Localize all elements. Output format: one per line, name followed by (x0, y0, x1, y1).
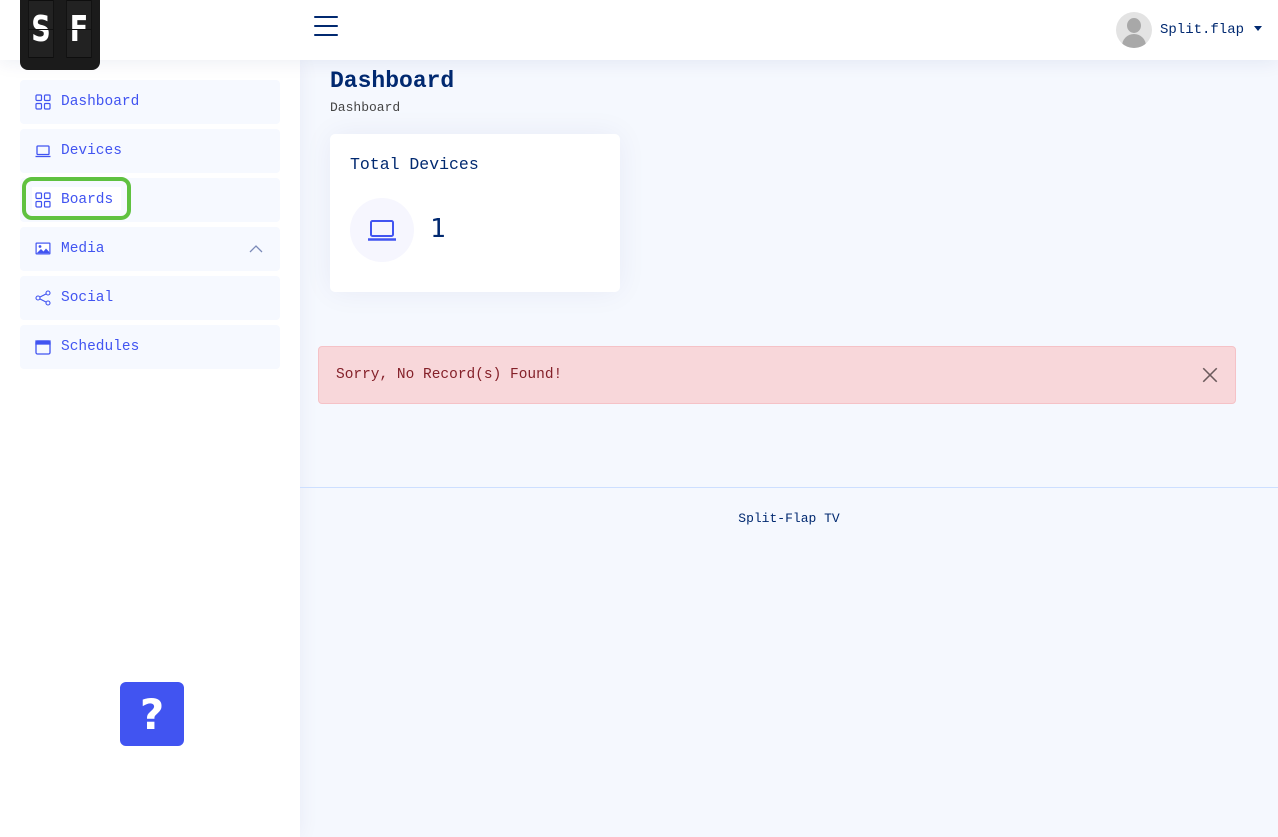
grid-icon (35, 94, 51, 110)
sidebar-item-label: Boards (61, 192, 114, 208)
calendar-icon (35, 339, 51, 355)
alert-message: Sorry, No Record(s) Found! (336, 367, 563, 383)
logo-flap-f: F (66, 0, 92, 58)
page-title: Dashboard (330, 68, 455, 94)
no-records-alert: Sorry, No Record(s) Found! (318, 346, 1236, 404)
profile-dropdown[interactable]: Split.flap (1115, 12, 1262, 48)
chevron-up-icon[interactable] (248, 241, 264, 257)
sidebar-item-label: Social (61, 290, 114, 306)
caret-down-icon (1254, 25, 1262, 31)
grid-icon (35, 192, 51, 208)
sidebar-item-schedules[interactable]: Schedules (20, 325, 280, 369)
breadcrumb[interactable]: Dashboard (330, 100, 400, 115)
user-avatar-icon (1115, 12, 1152, 48)
sidebar-item-devices[interactable]: Devices (20, 129, 280, 173)
hamburger-icon[interactable] (314, 16, 338, 36)
sidebar-item-media[interactable]: Media (20, 227, 280, 271)
logo-flap-s: S (28, 0, 54, 58)
laptop-icon (350, 198, 414, 262)
footer-divider (300, 487, 1278, 488)
card-title: Total Devices (350, 155, 479, 174)
sidebar-item-label: Media (61, 241, 105, 257)
footer-text: Split-Flap TV (738, 511, 840, 526)
share-icon (35, 290, 51, 306)
total-devices-value: 1 (430, 214, 446, 244)
total-devices-card: Total Devices 1 (330, 134, 620, 292)
sidebar-item-social[interactable]: Social (20, 276, 280, 320)
profile-name: Split.flap (1159, 22, 1244, 38)
sidebar-item-label: Schedules (61, 339, 140, 355)
sidebar-item-label: Dashboard (61, 94, 140, 110)
main-content: Dashboard Dashboard Total Devices 1 Sorr… (300, 60, 1278, 837)
close-icon[interactable] (1201, 366, 1219, 384)
laptop-icon (35, 143, 51, 159)
image-icon (35, 241, 51, 257)
help-button[interactable]: ? (120, 682, 184, 746)
sidebar-item-dashboard[interactable]: Dashboard (20, 80, 280, 124)
top-header: Split.flap (0, 0, 1278, 60)
sidebar-item-label: Devices (61, 143, 122, 159)
logo[interactable]: S F (20, 0, 100, 70)
